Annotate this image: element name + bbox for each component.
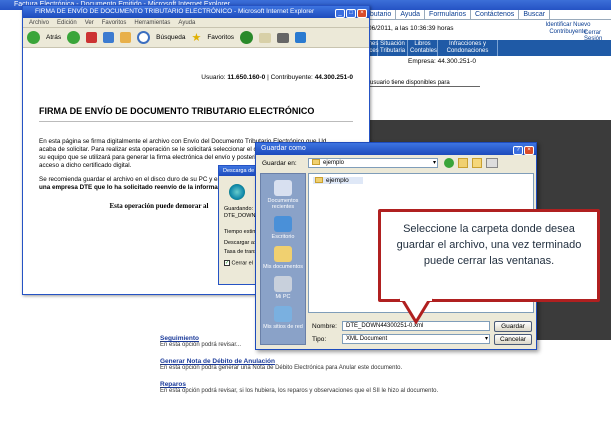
back-arrow-icon[interactable] bbox=[27, 31, 40, 44]
place-desktop-label: Escritorio bbox=[271, 234, 295, 240]
subtab-infracciones[interactable]: Infracciones y Condonaciones bbox=[438, 40, 498, 56]
place-my-documents-label: Mis documentos bbox=[262, 264, 304, 270]
cancel-button[interactable]: Cancelar bbox=[494, 334, 532, 345]
user-rut: 11.650.160-0 bbox=[227, 74, 266, 81]
nav-buscar[interactable]: Buscar bbox=[519, 10, 551, 20]
recent-documents-icon bbox=[274, 180, 292, 196]
save-dialog-toolbar bbox=[444, 158, 498, 168]
close-icon[interactable]: × bbox=[524, 146, 534, 155]
search-button[interactable]: Búsqueda bbox=[156, 34, 185, 41]
minimize-icon[interactable]: _ bbox=[335, 9, 345, 18]
favorites-button[interactable]: Favoritos bbox=[207, 34, 234, 41]
callout-pointer bbox=[399, 298, 433, 324]
search-icon[interactable] bbox=[137, 31, 151, 44]
network-places-icon bbox=[274, 306, 292, 322]
save-dialog-title-bar: Guardar como ? × bbox=[256, 143, 536, 155]
instruction-callout: Seleccione la carpeta donde desea guarda… bbox=[378, 209, 600, 302]
nav-contactenos[interactable]: Contáctenos bbox=[471, 10, 520, 20]
background-top-nav: Tributario Ayuda Formularios Contáctenos Bus… bbox=[358, 10, 611, 20]
chevron-down-icon[interactable]: ▾ bbox=[433, 159, 436, 168]
globe-icon bbox=[229, 184, 245, 200]
filetype-value: XML Document bbox=[346, 336, 388, 342]
nota-debito-desc: En esta opción podrá generar una Nota de… bbox=[160, 365, 403, 371]
save-in-value: ejemplo bbox=[323, 160, 345, 166]
subtab-libros[interactable]: Libros Contables bbox=[408, 40, 438, 56]
refresh-icon[interactable] bbox=[103, 32, 115, 43]
recommend-bold-text: una empresa DTE que lo ha solicitado ree… bbox=[39, 184, 231, 191]
desktop-icon bbox=[274, 216, 292, 232]
history-icon[interactable] bbox=[240, 31, 254, 44]
filename-label: Nombre: bbox=[312, 323, 337, 330]
reparos-link[interactable]: Reparos bbox=[160, 381, 480, 388]
session-datetime: 06/2011, a las 10:36:39 horas bbox=[368, 25, 454, 32]
new-folder-icon[interactable] bbox=[472, 158, 482, 168]
back-button[interactable]: Atrás bbox=[46, 34, 61, 41]
nav-ayuda[interactable]: Ayuda bbox=[396, 10, 426, 20]
save-in-select[interactable]: ejemplo ▾ bbox=[308, 158, 438, 168]
background-date-bar: 06/2011, a las 10:36:39 horas Identifica… bbox=[358, 21, 611, 42]
background-sub-tabs: Bienes RaícesSituación TributariaLibros … bbox=[358, 40, 611, 56]
folder-icon bbox=[315, 177, 323, 184]
my-computer-icon bbox=[274, 276, 292, 292]
home-icon[interactable] bbox=[120, 32, 132, 43]
place-desktop[interactable]: Escritorio bbox=[261, 216, 305, 240]
subtab-situacion[interactable]: Situación Tributaria bbox=[378, 40, 408, 56]
place-my-documents[interactable]: Mis documentos bbox=[261, 246, 305, 270]
stop-icon[interactable] bbox=[86, 32, 98, 43]
print-icon[interactable] bbox=[277, 32, 290, 43]
menu-ayuda[interactable]: Ayuda bbox=[178, 20, 195, 26]
up-folder-icon[interactable] bbox=[458, 158, 468, 168]
recommend-text: Se recomienda guardar el archivo en el d… bbox=[39, 176, 242, 183]
favorites-star-icon[interactable]: ★ bbox=[191, 31, 201, 44]
user-info: Usuario: 11.650.160-0 | Contribuyente: 4… bbox=[39, 74, 353, 81]
reparos-desc: En esta opción podrá revisar, si los hub… bbox=[160, 388, 439, 394]
close-when-done-label: Cerrar el bbox=[231, 260, 253, 267]
ie-title-text: FIRMA DE ENVÍO DE DOCUMENTO TRIBUTARIO E… bbox=[35, 8, 315, 15]
place-my-pc[interactable]: Mi PC bbox=[261, 276, 305, 300]
user-label: Usuario: bbox=[201, 74, 226, 81]
filetype-select[interactable]: XML Document ▾ bbox=[342, 334, 490, 344]
ie-toolbar: Atrás Búsqueda ★ Favoritos bbox=[23, 28, 369, 48]
maximize-icon[interactable]: □ bbox=[346, 9, 356, 18]
chevron-down-icon[interactable]: ▾ bbox=[485, 335, 488, 344]
menu-edicion[interactable]: Edición bbox=[57, 20, 77, 26]
folder-icon bbox=[312, 159, 320, 166]
place-network-label: Mis sitios de red bbox=[263, 324, 303, 330]
menu-archivo[interactable]: Archivo bbox=[29, 20, 49, 26]
contrib-rut: 44.300.251-0 bbox=[314, 74, 353, 81]
contrib-label: | Contribuyente: bbox=[267, 74, 313, 81]
ie-title-bar: FIRMA DE ENVÍO DE DOCUMENTO TRIBUTARIO E… bbox=[23, 6, 369, 18]
place-network[interactable]: Mis sitios de red bbox=[261, 306, 305, 330]
places-bar: Documentos recientes Escritorio Mis docu… bbox=[260, 173, 306, 345]
list-item[interactable]: ejemplo bbox=[313, 177, 363, 184]
forward-arrow-icon[interactable] bbox=[67, 31, 81, 44]
place-my-pc-label: Mi PC bbox=[275, 294, 291, 300]
menu-herramientas[interactable]: Herramientas bbox=[134, 20, 170, 26]
nota-debito-link[interactable]: Generar Nota de Débito de Anulación bbox=[160, 358, 480, 365]
save-button[interactable]: Guardar bbox=[494, 321, 532, 332]
list-item-label: ejemplo bbox=[326, 177, 349, 184]
mail-icon[interactable] bbox=[259, 32, 272, 43]
place-recent[interactable]: Documentos recientes bbox=[261, 180, 305, 210]
place-recent-label: Documentos recientes bbox=[267, 198, 299, 210]
filetype-label: Tipo: bbox=[312, 336, 327, 343]
ie-menu-bar: Archivo Edición Ver Favoritos Herramientas Ay… bbox=[23, 18, 369, 28]
save-dialog-title: Guardar como bbox=[261, 145, 306, 152]
checkbox-icon[interactable]: ✓ bbox=[224, 260, 230, 266]
save-in-label: Guardar en: bbox=[262, 160, 297, 167]
help-icon[interactable]: ? bbox=[513, 146, 523, 155]
menu-favoritos[interactable]: Favoritos bbox=[102, 20, 127, 26]
empresa-label: Empresa: 44.300.251-0 bbox=[408, 58, 476, 65]
edit-icon[interactable] bbox=[295, 32, 307, 43]
partial-text: usuario tiene disponibles para bbox=[370, 80, 480, 87]
nav-formularios[interactable]: Formularios bbox=[425, 10, 471, 20]
close-icon[interactable]: × bbox=[357, 9, 367, 18]
page-heading: FIRMA DE ENVÍO DE DOCUMENTO TRIBUTARIO E… bbox=[39, 106, 353, 122]
menu-ver[interactable]: Ver bbox=[85, 20, 94, 26]
view-menu-icon[interactable] bbox=[486, 158, 498, 168]
my-documents-icon bbox=[274, 246, 292, 262]
back-icon[interactable] bbox=[444, 158, 454, 168]
